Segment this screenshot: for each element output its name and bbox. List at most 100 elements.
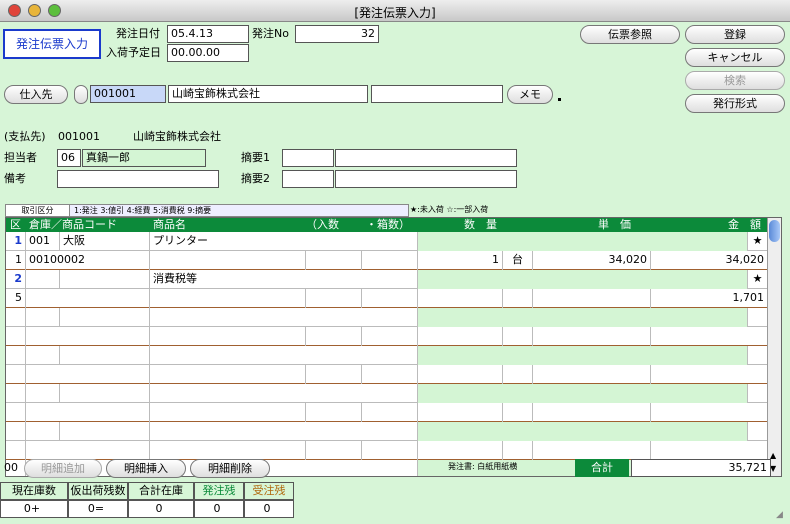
row-kubun[interactable]: 1 bbox=[6, 251, 26, 270]
window-title: [発注伝票入力] bbox=[354, 6, 436, 20]
order-date-field[interactable]: 05.4.13 bbox=[167, 25, 249, 43]
row-kubun[interactable]: 1 bbox=[6, 232, 26, 251]
row-qty[interactable]: 1 bbox=[418, 251, 503, 270]
row-product-name[interactable]: 消費税等 bbox=[150, 270, 418, 289]
col-amount: 金 額 bbox=[728, 218, 761, 231]
row-product-name[interactable]: プリンター bbox=[150, 232, 418, 251]
supplier-button[interactable]: 仕入先 bbox=[4, 85, 68, 104]
table-row[interactable] bbox=[6, 346, 768, 365]
col-kubun: 区 bbox=[10, 218, 21, 231]
table-row[interactable]: 1 001 大阪 プリンター ★ bbox=[6, 232, 768, 251]
summary1-label: 摘要1 bbox=[241, 151, 270, 164]
staff-label: 担当者 bbox=[4, 151, 37, 164]
note-field[interactable] bbox=[57, 170, 219, 188]
summary2-text-field[interactable] bbox=[335, 170, 517, 188]
row-blank[interactable] bbox=[150, 251, 306, 270]
total-label: 合計 bbox=[575, 459, 629, 477]
row-amount[interactable]: 1,701 bbox=[651, 289, 768, 308]
memo-indicator bbox=[558, 98, 561, 101]
payee-code: 001001 bbox=[58, 130, 100, 143]
row-kubun[interactable]: 2 bbox=[6, 270, 26, 289]
row-qty[interactable] bbox=[418, 289, 503, 308]
issue-format-button[interactable]: 発行形式 bbox=[685, 94, 785, 113]
arrival-date-label: 入荷予定日 bbox=[106, 46, 161, 59]
register-button[interactable]: 登録 bbox=[685, 25, 785, 44]
col-irisu: （入数 bbox=[306, 218, 339, 231]
row-warehouse-code[interactable] bbox=[26, 270, 60, 289]
row-unit[interactable]: 台 bbox=[503, 251, 533, 270]
summary1-code-field[interactable] bbox=[282, 149, 334, 167]
table-row[interactable] bbox=[6, 384, 768, 403]
category-legend-text: 1:発注 3:値引 4:経費 5:消費税 9:摘要 bbox=[74, 206, 212, 215]
table-row[interactable] bbox=[6, 327, 768, 346]
resize-grip-icon[interactable]: ◢ bbox=[776, 510, 788, 522]
cancel-button[interactable]: キャンセル bbox=[685, 48, 785, 67]
table-row[interactable] bbox=[6, 441, 768, 460]
slip-reference-button[interactable]: 伝票参照 bbox=[580, 25, 680, 44]
row-warehouse-name[interactable]: 大阪 bbox=[60, 232, 150, 251]
row-star: ★ bbox=[748, 232, 768, 251]
row-irisu[interactable] bbox=[306, 289, 362, 308]
row-product-code[interactable] bbox=[26, 289, 150, 308]
stock-provisional-value: 0= bbox=[68, 500, 128, 518]
table-row[interactable]: 2 消費税等 ★ bbox=[6, 270, 768, 289]
stock-header-order-remain: 発注残 bbox=[194, 482, 244, 500]
search-button[interactable]: 検索 bbox=[685, 71, 785, 90]
line-count: 00 bbox=[4, 461, 18, 474]
grid-scrollbar[interactable]: ▲ ▼ bbox=[767, 218, 781, 476]
title-bar: [発注伝票入力] bbox=[0, 0, 790, 22]
payee-name: 山崎宝飾株式会社 bbox=[133, 130, 221, 143]
row-amount[interactable]: 34,020 bbox=[651, 251, 768, 270]
supplier-code-field[interactable]: 001001 bbox=[90, 85, 166, 103]
summary2-code-field[interactable] bbox=[282, 170, 334, 188]
staff-name-field: 真鍋一郎 bbox=[82, 149, 206, 167]
row-hakosu[interactable] bbox=[362, 251, 418, 270]
table-row[interactable]: 1 00100002 1 台 34,020 34,020 bbox=[6, 251, 768, 270]
col-warehouse: 倉庫／商品コード bbox=[29, 218, 117, 231]
stock-header-received-remain: 受注残 bbox=[244, 482, 294, 500]
table-row[interactable] bbox=[6, 403, 768, 422]
table-row[interactable] bbox=[6, 422, 768, 441]
delete-line-button[interactable]: 明細削除 bbox=[190, 459, 270, 478]
supplier-name-field[interactable]: 山崎宝飾株式会社 bbox=[168, 85, 368, 103]
detail-grid: 区 倉庫／商品コード 商品名 （入数 ・箱数） 数 量 単 価 金 額 1 00… bbox=[5, 217, 782, 477]
supplier-toggle[interactable] bbox=[74, 85, 88, 104]
supplier-extra-field[interactable] bbox=[371, 85, 503, 103]
stock-total-value: 0 bbox=[128, 500, 194, 518]
scroll-thumb[interactable] bbox=[769, 220, 780, 242]
row-unit[interactable] bbox=[503, 289, 533, 308]
row-spacer bbox=[418, 270, 748, 289]
row-product-code[interactable]: 00100002 bbox=[26, 251, 150, 270]
table-row[interactable] bbox=[6, 365, 768, 384]
note-label: 備考 bbox=[4, 172, 26, 185]
stock-received-remain-value: 0 bbox=[244, 500, 294, 518]
table-row[interactable] bbox=[6, 308, 768, 327]
order-no-field[interactable]: 32 bbox=[295, 25, 379, 43]
row-price[interactable] bbox=[533, 289, 651, 308]
arrival-legend: ★:未入荷 ☆:一部入荷 bbox=[410, 205, 489, 214]
row-irisu[interactable] bbox=[306, 251, 362, 270]
table-row[interactable]: 5 1,701 bbox=[6, 289, 768, 308]
insert-line-button[interactable]: 明細挿入 bbox=[106, 459, 186, 478]
stock-header-total: 合計在庫 bbox=[128, 482, 194, 500]
stock-current-value: 0+ bbox=[0, 500, 68, 518]
stock-order-remain-value: 0 bbox=[194, 500, 244, 518]
category-legend: 取引区分 1:発注 3:値引 4:経費 5:消費税 9:摘要 bbox=[5, 204, 409, 217]
summary1-text-field[interactable] bbox=[335, 149, 517, 167]
row-hakosu[interactable] bbox=[362, 289, 418, 308]
grid-body: 1 001 大阪 プリンター ★ 1 00100002 1 台 34,020 3… bbox=[6, 232, 768, 476]
col-price: 単 価 bbox=[598, 218, 631, 231]
row-blank[interactable] bbox=[150, 289, 306, 308]
total-field: 35,721 bbox=[631, 459, 771, 477]
add-line-button[interactable]: 明細追加 bbox=[24, 459, 102, 478]
main-window: 発注伝票入力 発注日付 05.4.13 発注No 32 入荷予定日 00.00.… bbox=[0, 22, 790, 524]
memo-button[interactable]: メモ bbox=[507, 85, 553, 104]
form-info: 発注書: 白紙用紙横 bbox=[448, 462, 518, 471]
arrival-date-field[interactable]: 00.00.00 bbox=[167, 44, 249, 62]
row-price[interactable]: 34,020 bbox=[533, 251, 651, 270]
row-kubun[interactable]: 5 bbox=[6, 289, 26, 308]
row-warehouse-name[interactable] bbox=[60, 270, 150, 289]
row-warehouse-code[interactable]: 001 bbox=[26, 232, 60, 251]
mode-button[interactable]: 発注伝票入力 bbox=[3, 29, 101, 59]
staff-code-field[interactable]: 06 bbox=[57, 149, 81, 167]
